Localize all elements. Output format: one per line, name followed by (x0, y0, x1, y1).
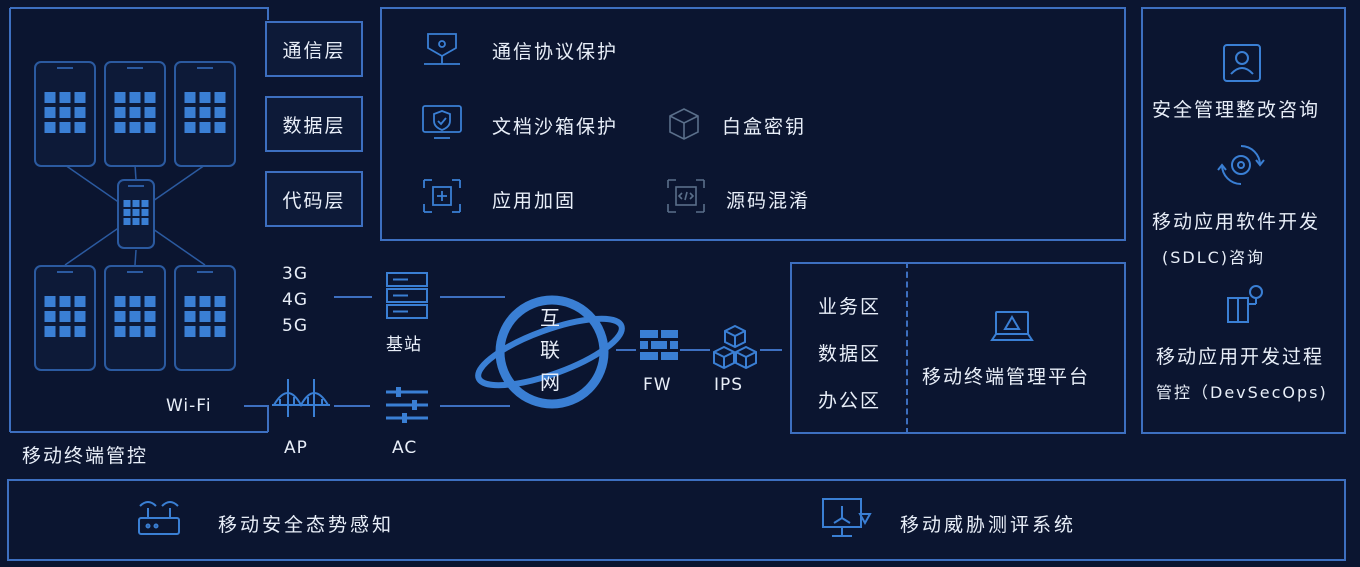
gear-cycle-icon (1217, 145, 1265, 185)
zone-business: 业务区 (818, 296, 882, 318)
server-icon (386, 272, 428, 319)
laptop-warning-icon (990, 311, 1034, 341)
internet-char-1: 互 (540, 306, 561, 330)
fw-label: FW (643, 375, 672, 395)
service-2-line-1: 移动应用软件开发 (1152, 211, 1321, 233)
zone-office: 办公区 (818, 390, 882, 412)
internet-char-3: 网 (540, 370, 561, 394)
pipeline-icon (1227, 285, 1263, 323)
internet-char-2: 联 (540, 338, 561, 362)
ac-label: AC (392, 438, 418, 458)
radar-monitor-icon (822, 498, 872, 537)
bridge-icon (272, 379, 330, 417)
bottom-bar (7, 479, 1346, 561)
service-3-line-2: 管控（DevSecOps) (1156, 383, 1328, 402)
cubes-icon (713, 324, 757, 370)
situation-awareness-label: 移动安全态势感知 (218, 514, 395, 536)
router-icon (138, 501, 180, 535)
zone-data: 数据区 (818, 343, 882, 365)
badge-icon (1223, 44, 1261, 82)
platform-frame (906, 262, 1126, 434)
ips-label: IPS (714, 375, 744, 395)
wifi-label: Wi-Fi (166, 396, 212, 416)
sliders-icon (386, 387, 428, 423)
service-2-line-2: (SDLC)咨询 (1162, 248, 1266, 267)
ap-label: AP (284, 438, 308, 458)
firewall-icon (640, 330, 678, 360)
threat-evaluation-label: 移动威胁测评系统 (900, 514, 1077, 536)
service-3-line-1: 移动应用开发过程 (1156, 346, 1325, 368)
base-station-label: 基站 (386, 335, 422, 355)
service-1-line-1: 安全管理整改咨询 (1152, 99, 1321, 121)
platform-label: 移动终端管理平台 (922, 366, 1091, 388)
